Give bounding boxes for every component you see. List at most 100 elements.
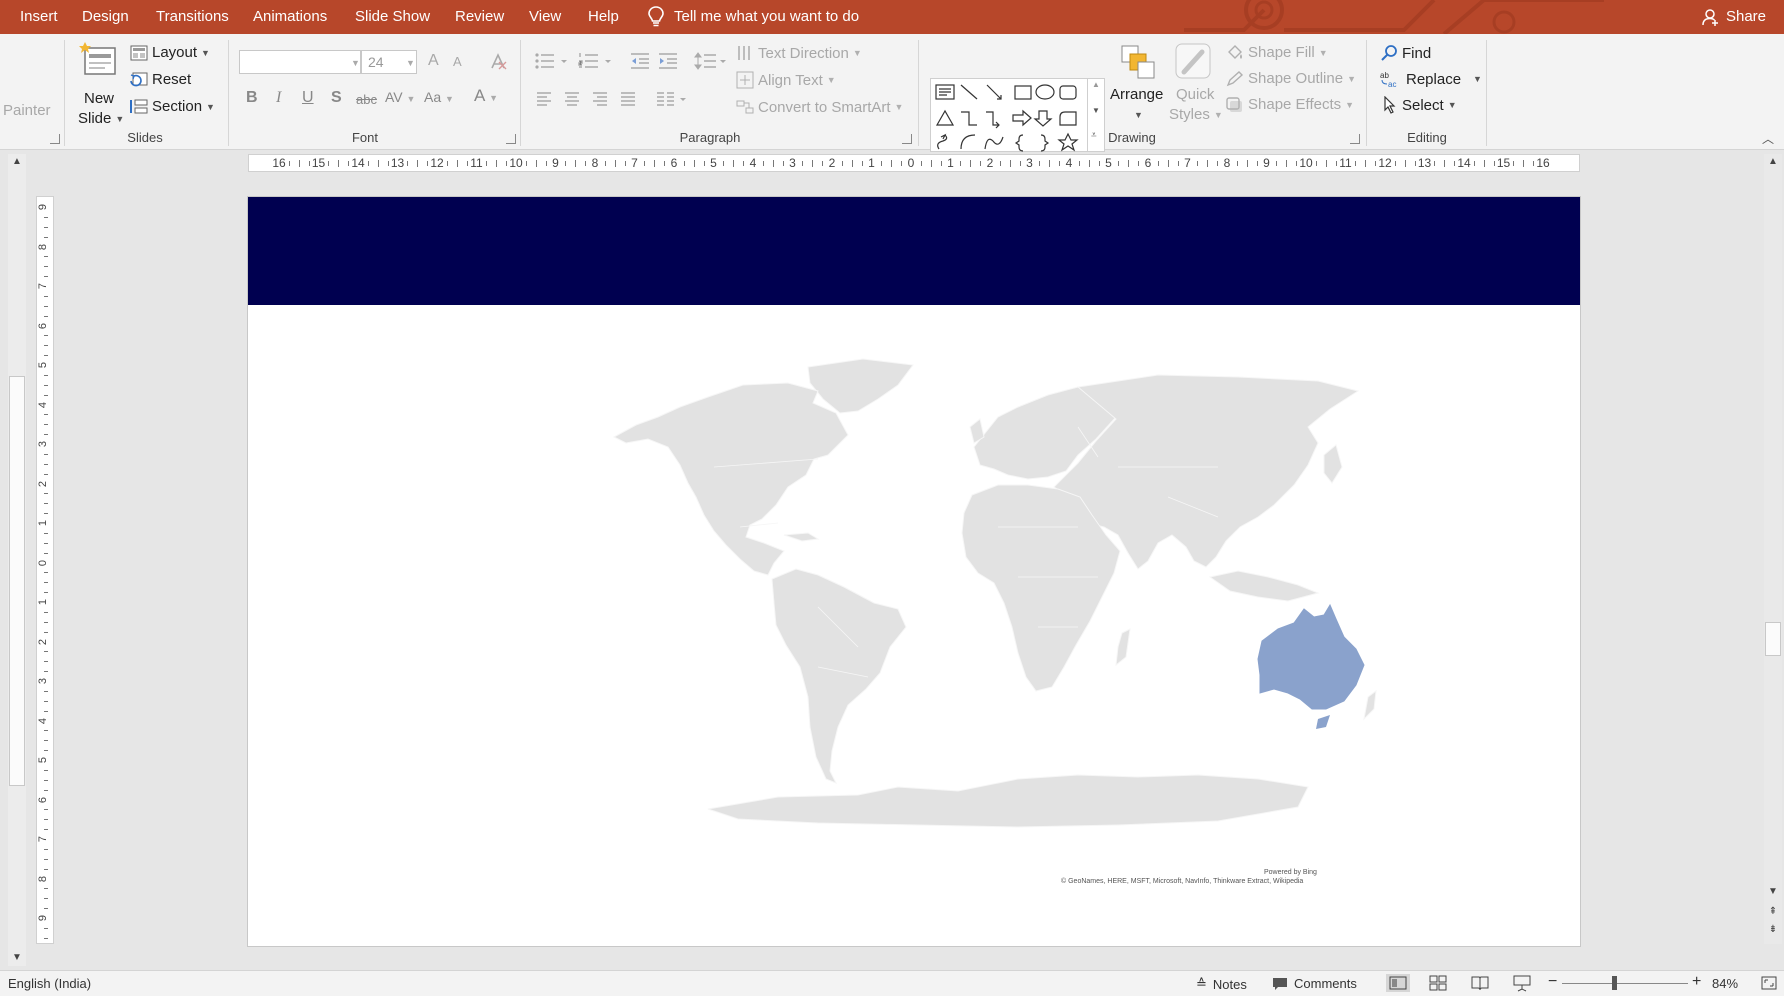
italic-button[interactable]: I	[276, 89, 281, 107]
language-indicator[interactable]: English (India)	[8, 976, 91, 991]
chevron-down-icon: ▼	[1447, 100, 1457, 110]
columns-icon[interactable]	[656, 92, 688, 106]
share-button[interactable]: Share	[1702, 0, 1766, 34]
map-region-tasmania[interactable]	[1316, 715, 1330, 729]
title-banner[interactable]	[248, 197, 1580, 305]
zoom-slider-thumb[interactable]	[1612, 976, 1617, 990]
tab-help[interactable]: Help	[588, 0, 619, 34]
reading-view-icon[interactable]	[1470, 974, 1490, 992]
world-map-chart[interactable]	[518, 347, 1398, 932]
zoom-in-button[interactable]: +	[1692, 973, 1701, 991]
numbering-icon[interactable]	[578, 52, 614, 70]
layout-button[interactable]: Layout ▼	[130, 44, 210, 61]
more-shapes-icon[interactable]: ⩡	[1091, 130, 1097, 141]
ruler-tick	[1157, 161, 1159, 166]
justify-icon[interactable]	[620, 92, 636, 106]
next-slide-icon[interactable]: ⇟	[1765, 924, 1781, 935]
arrange-button[interactable]: Arrange ▼	[1110, 42, 1166, 132]
align-left-icon[interactable]	[536, 92, 552, 106]
tab-slide-show[interactable]: Slide Show	[355, 0, 430, 34]
decrease-indent-icon[interactable]	[630, 52, 650, 70]
section-button[interactable]: Section ▼	[130, 98, 215, 115]
align-text-button[interactable]: Align Text ▼	[736, 71, 836, 89]
tell-me-search[interactable]: Tell me what you want to do	[648, 0, 859, 34]
slide-scrollbar[interactable]: ▲ ▼ ⇞ ⇟	[1764, 154, 1782, 944]
zoom-level[interactable]: 84%	[1712, 976, 1738, 991]
left-pane-scroll-thumb[interactable]	[9, 376, 25, 786]
increase-font-button[interactable]: A	[428, 52, 439, 70]
quick-styles-button[interactable]: Quick Styles ▼	[1166, 42, 1224, 132]
left-pane-scrollbar[interactable]: ▲ ▼	[8, 154, 26, 966]
chevron-up-icon[interactable]: ▲	[1092, 80, 1100, 89]
scroll-up-arrow-icon[interactable]: ▲	[9, 156, 25, 167]
bold-button[interactable]: B	[246, 89, 258, 107]
underline-button[interactable]: U	[302, 89, 314, 107]
clipboard-dialog-launcher[interactable]	[50, 134, 60, 144]
shape-fill-button[interactable]: Shape Fill ▼	[1226, 44, 1328, 61]
tab-animations[interactable]: Animations	[253, 0, 327, 34]
slide-canvas[interactable]: Powered by Bing © GeoNames, HERE, MSFT, …	[247, 196, 1581, 947]
arrange-icon	[1121, 45, 1155, 79]
font-dialog-launcher[interactable]	[506, 134, 516, 144]
font-color-button[interactable]: A ▼	[474, 86, 498, 106]
strikethrough-button[interactable]: abc	[356, 92, 377, 107]
replace-button[interactable]: ab ac Replace ▼	[1380, 70, 1482, 89]
map-region-north-america	[612, 382, 849, 576]
select-button[interactable]: Select ▼	[1382, 96, 1457, 114]
normal-view-icon[interactable]	[1386, 974, 1410, 992]
new-slide-button[interactable]: New Slide ▼	[74, 40, 126, 130]
collapse-ribbon-icon[interactable]: ︿	[1762, 130, 1774, 147]
slide-sorter-icon[interactable]	[1428, 974, 1448, 992]
chevron-down-icon[interactable]: ▼	[351, 58, 360, 68]
tab-design[interactable]: Design	[82, 0, 129, 34]
text-shadow-button[interactable]: S	[331, 89, 342, 107]
drawing-dialog-launcher[interactable]	[1350, 134, 1360, 144]
notes-button[interactable]: ≙ Notes	[1196, 976, 1247, 992]
drawing-group-label: Drawing	[1108, 130, 1156, 145]
clear-formatting-icon[interactable]	[488, 52, 508, 72]
change-case-button[interactable]: Aa ▼	[424, 89, 454, 105]
fit-to-window-icon[interactable]	[1760, 975, 1778, 991]
shape-outline-button[interactable]: Shape Outline ▼	[1226, 70, 1356, 87]
slide-scroll-thumb[interactable]	[1765, 622, 1781, 656]
bullets-icon[interactable]	[534, 52, 570, 70]
ruler-tick	[44, 898, 48, 900]
ruler-tick	[970, 160, 972, 167]
ruler-number: 8	[1223, 156, 1231, 170]
increase-indent-icon[interactable]	[658, 52, 678, 70]
align-center-icon[interactable]	[564, 92, 580, 106]
ruler-tick	[1246, 160, 1248, 167]
convert-smartart-button[interactable]: Convert to SmartArt ▼	[736, 98, 903, 116]
map-region-madagascar	[1115, 628, 1131, 667]
previous-slide-icon[interactable]: ⇞	[1765, 906, 1781, 917]
line-spacing-icon[interactable]	[694, 52, 728, 70]
chevron-down-icon[interactable]: ▼	[406, 58, 415, 68]
chevron-down-icon: ▼	[1473, 74, 1482, 84]
format-painter-button[interactable]: Painter	[3, 102, 51, 119]
tab-transitions[interactable]: Transitions	[156, 0, 229, 34]
scroll-down-arrow-icon[interactable]: ▼	[9, 952, 25, 963]
tab-insert[interactable]: Insert	[20, 0, 58, 34]
character-spacing-button[interactable]: AV ▼	[385, 89, 415, 105]
find-button[interactable]: Find	[1380, 44, 1431, 62]
decrease-font-button[interactable]: A	[453, 54, 462, 69]
tab-view[interactable]: View	[529, 0, 561, 34]
scroll-down-arrow-icon[interactable]: ▼	[1765, 886, 1781, 897]
map-region-australia[interactable]	[1257, 603, 1365, 710]
ruler-tick	[960, 161, 962, 166]
zoom-slider-track[interactable]	[1562, 983, 1688, 984]
shape-effects-button[interactable]: Shape Effects ▼	[1226, 96, 1354, 113]
ruler-number: 3	[1026, 156, 1033, 170]
paragraph-dialog-launcher[interactable]	[902, 134, 912, 144]
scroll-up-arrow-icon[interactable]: ▲	[1765, 156, 1781, 167]
text-direction-button[interactable]: Text Direction ▼	[736, 44, 862, 62]
reset-button[interactable]: Reset	[130, 71, 191, 88]
slideshow-view-icon[interactable]	[1512, 974, 1532, 992]
font-name-combo[interactable]	[239, 50, 361, 74]
align-right-icon[interactable]	[592, 92, 608, 106]
comments-button[interactable]: Comments	[1272, 976, 1357, 991]
shapes-gallery[interactable]	[930, 78, 1105, 152]
tab-review[interactable]: Review	[455, 0, 504, 34]
zoom-out-button[interactable]: −	[1548, 973, 1557, 991]
chevron-down-icon[interactable]: ▼	[1092, 106, 1100, 115]
